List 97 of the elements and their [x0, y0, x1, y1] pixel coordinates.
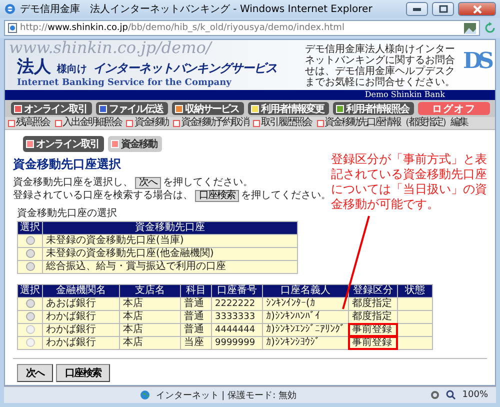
bank-logo: DS — [463, 48, 490, 76]
table-cell: 都度指定 — [348, 298, 397, 310]
menu-tab[interactable]: オンライン取引 — [11, 102, 92, 115]
instruction-text: を押してください。 — [241, 189, 331, 202]
radio-button[interactable] — [26, 248, 34, 258]
menu-tab[interactable]: ファイル伝送 — [96, 102, 168, 115]
square-icon — [54, 120, 62, 126]
submenu-link[interactable]: 残高照会 — [8, 117, 50, 129]
minimize-button[interactable] — [406, 2, 428, 16]
square-icon — [253, 120, 260, 126]
column-header: 登録区分 — [348, 285, 397, 297]
radio-button[interactable] — [26, 236, 34, 245]
column-header: 口座名義人 — [263, 285, 348, 297]
table-cell: 本店 — [120, 298, 180, 310]
service-title: 法人 — [17, 56, 51, 78]
table-cell: 本店 — [120, 324, 180, 336]
service-title: 様向け — [57, 62, 87, 76]
table-cell: わかば銀行 — [43, 324, 119, 336]
browser-icon — [4, 3, 16, 15]
address-field[interactable]: http://www.shinkin.co.jp/bb/demo/hib_s/k_old/riyousya/demo/index.html — [4, 20, 480, 36]
window-title: デモ信用金庫 法人インターネットバンキング - Windows Internet Explorer — [20, 2, 374, 16]
table-cell: 2222222 — [212, 298, 262, 310]
square-icon — [26, 140, 34, 148]
picture-icon — [464, 22, 476, 34]
submenu-link[interactable]: 資金移動先口座情報（都度指定）編集 — [316, 117, 468, 129]
table-cell: あおば銀行 — [43, 298, 119, 310]
table-cell: 普通 — [181, 311, 211, 323]
submenu-link[interactable]: 資金移動予約取消 — [173, 117, 248, 129]
table-cell: ｶ)ｼﾝｷﾝｴﾝｼﾞﾆｱﾘﾝｸﾞ — [263, 324, 348, 336]
table-cell: 未登録の資金移動先口座(他金融機関) — [43, 248, 297, 260]
square-icon — [111, 140, 119, 148]
table-cell: わかば銀行 — [43, 337, 119, 349]
maximize-icon — [438, 5, 448, 13]
watermark-text: www.shinkin.co.jp/demo/ — [9, 40, 212, 57]
table-cell: ｶ)ｼﾝｷﾝﾊﾝﾊﾞｲ — [263, 311, 348, 323]
radio-button[interactable] — [26, 262, 34, 271]
radio-button[interactable] — [26, 312, 34, 321]
instruction-text: を押してください。 — [163, 176, 253, 189]
table-cell: ｶ)ｼﾝｷﾝｼﾖｳｼﾞ — [263, 337, 348, 349]
column-header: 資金移動先口座 — [43, 222, 297, 234]
help-text: デモ信用金庫法人様向けインターネットバンキングに関するお問合せは、デモ信用金庫ヘルプデスクまでお気軽にお問合せください。 — [305, 44, 455, 88]
square-icon — [126, 120, 134, 126]
radio-button[interactable] — [26, 298, 34, 308]
form-button[interactable]: 口座検索 — [56, 364, 110, 382]
status-zone: インターネット | 保護モード: 無効 — [156, 390, 296, 402]
column-header: 金融機関名 — [43, 285, 119, 297]
breadcrumb-item[interactable]: 資金移動 — [108, 136, 162, 152]
inline-button[interactable]: 次へ — [135, 176, 161, 188]
column-header: 選択 — [18, 285, 42, 297]
zoom-level[interactable]: 100% — [462, 390, 488, 400]
table-cell: ｼﾝｷﾝｲﾝﾀｰ(ｶ — [263, 298, 348, 310]
annotation-text: 登録区分が「事前方式」と表記されている資金移動先口座については「当日扱い」の資金移動が可能です。 — [331, 152, 488, 212]
section-label: 資金移動先口座の選択 — [17, 206, 117, 220]
square-icon — [316, 120, 324, 126]
url-text: http://www.shinkin.co.jp/bb/demo/hib_s/k_old/riyousya/demo/index.html — [20, 23, 344, 33]
column-header: 支店名 — [120, 285, 180, 297]
table-cell: 都度指定 — [348, 311, 397, 323]
zoom-icon[interactable] — [446, 390, 456, 400]
menu-tab[interactable]: 収納サービス — [172, 102, 244, 115]
column-header: 口座番号 — [212, 285, 262, 297]
table-cell: 3333333 — [212, 311, 262, 323]
table-cell: 総合振込、給与・賞与振込で利用の口座 — [43, 261, 297, 273]
square-icon — [8, 120, 15, 126]
service-title: インターネットバンキングサービス — [93, 60, 277, 77]
close-icon — [472, 4, 482, 14]
table-cell: 4444444 — [212, 324, 262, 336]
page-heading: 資金移動先口座選択 — [13, 156, 121, 173]
menu-tab[interactable]: 利用者情報変更 — [248, 102, 329, 115]
page-icon — [8, 23, 17, 33]
instruction-text: 登録されている口座を検索する場合は、 — [13, 189, 193, 202]
menu-tab[interactable]: 利用者情報照会 — [333, 102, 414, 115]
close-button[interactable] — [458, 2, 496, 16]
table-cell: 当座 — [181, 337, 211, 349]
bank-name: Demo Shinkin Bank — [364, 90, 445, 100]
maximize-button[interactable] — [432, 2, 454, 16]
column-header: 選択 — [18, 222, 42, 234]
refresh-icon[interactable] — [484, 22, 496, 34]
form-button[interactable]: 次へ — [17, 364, 53, 382]
column-header: 状態 — [398, 285, 432, 297]
table-cell: わかば銀行 — [43, 311, 119, 323]
table-cell: 本店 — [120, 337, 180, 349]
table-cell: 普通 — [181, 324, 211, 336]
instruction-text: 資金移動先口座を選択し、 — [13, 176, 133, 189]
column-header: 科目 — [181, 285, 211, 297]
breadcrumb-item[interactable]: オンライン取引 — [23, 136, 104, 152]
globe-icon — [140, 390, 150, 400]
submenu-link[interactable]: 入出金明細照会 — [54, 117, 122, 129]
table-cell: 未登録の資金移動先口座(当庫) — [43, 235, 297, 247]
submenu-link[interactable]: 取引履歴照会 — [253, 117, 312, 129]
table-cell: 本店 — [120, 311, 180, 323]
square-icon — [173, 120, 180, 126]
table-cell: 普通 — [181, 298, 211, 310]
service-subtitle: Internet Banking Service for the Company — [17, 78, 232, 88]
table-cell: 9999999 — [212, 337, 262, 349]
minimize-icon — [413, 8, 421, 10]
inline-button[interactable]: 口座検索 — [195, 190, 239, 202]
submenu-link[interactable]: 資金移動 — [126, 117, 168, 129]
